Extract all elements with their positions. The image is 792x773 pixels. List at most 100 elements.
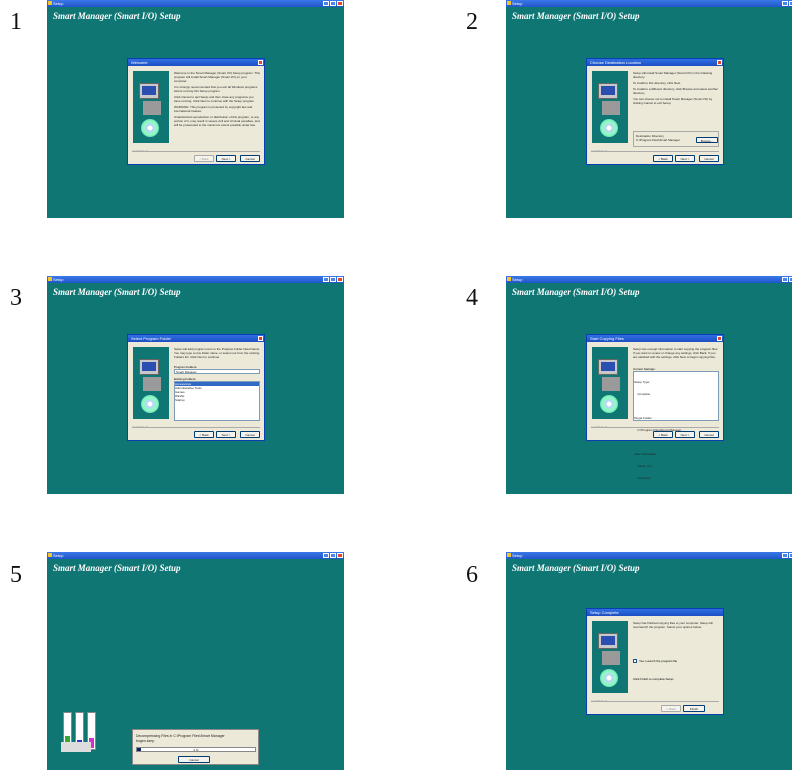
list-item[interactable]: Startup <box>175 398 259 402</box>
back-button[interactable]: < Back <box>661 705 681 712</box>
install-gauge-icon <box>61 742 91 752</box>
screenshot-program-folder: Setup Smart Manager (Smart I/O) Setup Se… <box>47 276 344 494</box>
window-title: Setup <box>512 277 523 282</box>
next-button[interactable]: Next > <box>216 431 236 438</box>
existing-folders-list[interactable]: Accessories Administrative Tools Games W… <box>174 381 260 421</box>
next-button[interactable]: Next > <box>675 431 695 438</box>
cancel-button[interactable]: Cancel <box>240 155 260 162</box>
setup-icon <box>48 553 52 557</box>
setup-icon <box>507 277 511 281</box>
setup-illustration <box>133 71 169 143</box>
launch-checkbox-label: Yes, Launch the program file <box>639 659 678 663</box>
dialog-title: Choose Destination Location <box>587 59 723 66</box>
finish-button[interactable]: Finish <box>683 705 705 712</box>
launch-checkbox-row[interactable]: Yes, Launch the program file <box>633 659 678 664</box>
next-button[interactable]: Next > <box>675 155 695 162</box>
minimize-button[interactable] <box>323 277 329 282</box>
destination-groupbox: Destination Directory C:\Program Files\S… <box>633 131 719 147</box>
close-button[interactable] <box>337 277 343 282</box>
next-button[interactable]: Next > <box>216 155 236 162</box>
setup-icon <box>48 1 52 5</box>
start-copying-dialog: Start Copying Files Setup has enough inf… <box>586 334 724 480</box>
launch-checkbox[interactable] <box>633 659 637 664</box>
window-titlebar: Setup <box>47 0 344 7</box>
close-button[interactable] <box>337 1 343 6</box>
setup-app-title: Smart Manager (Smart I/O) Setup <box>512 11 640 21</box>
setup-illustration <box>592 621 628 693</box>
screenshot-destination: Setup Smart Manager (Smart I/O) Setup Ch… <box>506 0 792 218</box>
window-titlebar: Setup <box>506 276 792 283</box>
maximize-button[interactable] <box>330 277 336 282</box>
progress-percent: 3 % <box>193 748 199 752</box>
cancel-button[interactable]: Cancel <box>699 431 719 438</box>
window-titlebar: Setup <box>47 276 344 283</box>
program-folder-input[interactable]: Smart Manager <box>174 369 260 374</box>
dialog-close-button[interactable] <box>258 60 263 65</box>
dialog-title: Setup Complete <box>587 609 723 616</box>
step-number-2: 2 <box>466 9 478 35</box>
dialog-text: Setup has enough information to start co… <box>633 347 719 359</box>
dialog-close-button[interactable] <box>717 60 722 65</box>
progress-bar: 3 % <box>136 747 256 752</box>
window-title: Setup <box>512 1 523 6</box>
minimize-button[interactable] <box>782 277 788 282</box>
step-number-1: 1 <box>10 9 22 35</box>
dialog-text: Welcome to the Smart Manager (Smart I/O)… <box>174 71 260 127</box>
back-button[interactable]: < Back <box>653 431 673 438</box>
minimize-button[interactable] <box>323 1 329 6</box>
setup-illustration <box>592 71 628 143</box>
dialog-close-button[interactable] <box>258 336 263 341</box>
dialog-text: Setup has finished copying files to your… <box>633 621 713 629</box>
back-button[interactable]: < Back <box>653 155 673 162</box>
dialog-title: Welcome <box>128 59 264 66</box>
setup-app-title: Smart Manager (Smart I/O) Setup <box>53 563 181 573</box>
progress-message: Decompressing Files in C:\Program Files\… <box>136 734 225 738</box>
current-settings-box[interactable]: Setup Type: Complete Target Folder: C:\P… <box>633 371 719 480</box>
finish-instruction: Click Finish to complete Setup. <box>633 677 675 681</box>
setup-icon <box>48 277 52 281</box>
minimize-button[interactable] <box>323 553 329 558</box>
window-title: Setup <box>53 553 64 558</box>
destination-path: C:\Program Files\Smart Manager <box>636 138 681 142</box>
dialog-title: Select Program Folder <box>128 335 264 342</box>
window-titlebar: Setup <box>506 0 792 7</box>
maximize-button[interactable] <box>330 1 336 6</box>
step-number-3: 3 <box>10 285 22 311</box>
step-number-4: 4 <box>466 285 478 311</box>
step-number-5: 5 <box>10 562 22 588</box>
setup-app-title: Smart Manager (Smart I/O) Setup <box>53 287 181 297</box>
close-button[interactable] <box>337 553 343 558</box>
window-title: Setup <box>53 277 64 282</box>
cancel-button[interactable]: Cancel <box>178 756 210 763</box>
progress-dialog: Decompressing Files in C:\Program Files\… <box>132 729 259 765</box>
step-number-6: 6 <box>466 562 478 588</box>
minimize-button[interactable] <box>782 1 788 6</box>
back-button[interactable]: < Back <box>194 155 214 162</box>
maximize-button[interactable] <box>330 553 336 558</box>
program-folder-dialog: Select Program Folder Setup will add pro… <box>127 334 265 441</box>
setup-icon <box>507 1 511 5</box>
progress-filename: bogen.lomp <box>136 739 155 743</box>
window-titlebar: Setup <box>506 552 792 559</box>
screenshot-welcome: Setup Smart Manager (Smart I/O) Setup We… <box>47 0 344 218</box>
setup-app-title: Smart Manager (Smart I/O) Setup <box>53 11 181 21</box>
window-title: Setup <box>512 553 523 558</box>
cancel-button[interactable]: Cancel <box>240 431 260 438</box>
minimize-button[interactable] <box>782 553 788 558</box>
dialog-text: Setup will install Smart Manager (Smart … <box>633 71 719 105</box>
dialog-text: Setup will add program icons to the Prog… <box>174 347 260 359</box>
cancel-button[interactable]: Cancel <box>699 155 719 162</box>
browse-button[interactable]: Browse... <box>696 137 718 143</box>
window-titlebar: Setup <box>47 552 344 559</box>
setup-illustration <box>592 347 628 419</box>
back-button[interactable]: < Back <box>194 431 214 438</box>
setup-icon <box>507 553 511 557</box>
dialog-close-button[interactable] <box>717 336 722 341</box>
dialog-title: Start Copying Files <box>587 335 723 342</box>
setup-illustration <box>133 347 169 419</box>
screenshot-installing: Setup Smart Manager (Smart I/O) Setup De… <box>47 552 344 770</box>
screenshot-setup-complete: Setup Smart Manager (Smart I/O) Setup Se… <box>506 552 792 770</box>
screenshot-start-copying: Setup Smart Manager (Smart I/O) Setup St… <box>506 276 792 494</box>
welcome-dialog: Welcome Welcome to the Smart Manager (Sm… <box>127 58 265 165</box>
setup-app-title: Smart Manager (Smart I/O) Setup <box>512 287 640 297</box>
